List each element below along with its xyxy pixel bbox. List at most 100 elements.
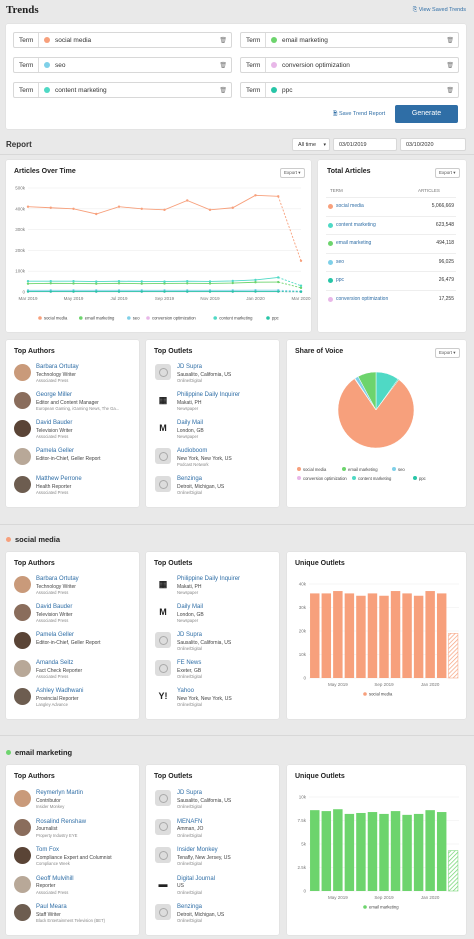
data-point[interactable]: [26, 279, 30, 283]
author-name-link[interactable]: Rosalind Renshaw: [36, 819, 86, 825]
data-point[interactable]: [140, 280, 143, 283]
outlet-name-link[interactable]: JD Supra: [177, 790, 202, 796]
data-point[interactable]: [49, 282, 52, 285]
legend-item[interactable]: conversion optimization: [297, 476, 347, 481]
term-value[interactable]: conversion optimization: [282, 62, 350, 69]
data-point[interactable]: [254, 194, 257, 197]
bar[interactable]: [379, 813, 389, 891]
bar[interactable]: [367, 593, 378, 678]
data-point[interactable]: [186, 290, 189, 293]
avatar[interactable]: [14, 448, 31, 465]
bar[interactable]: [436, 593, 447, 678]
data-point[interactable]: [95, 280, 98, 283]
outlet-logo-icon[interactable]: [155, 448, 171, 464]
legend-item[interactable]: ppc: [413, 476, 426, 481]
avatar[interactable]: [14, 818, 31, 836]
data-point[interactable]: [277, 290, 280, 293]
data-point[interactable]: [117, 290, 121, 293]
data-point[interactable]: [277, 276, 280, 279]
avatar[interactable]: [14, 790, 31, 807]
legend-item[interactable]: ppc: [266, 316, 279, 321]
data-point[interactable]: [231, 290, 234, 293]
bar[interactable]: [448, 633, 459, 679]
data-point[interactable]: [277, 195, 280, 198]
outlet-logo-icon[interactable]: ▬: [155, 875, 171, 892]
bar[interactable]: [436, 812, 447, 891]
term-link[interactable]: content marketing: [336, 222, 376, 228]
start-date-input[interactable]: 03/01/2019: [333, 138, 397, 151]
data-point[interactable]: [231, 279, 234, 283]
avatar[interactable]: [14, 392, 31, 409]
bar[interactable]: [356, 812, 366, 891]
term-link[interactable]: conversion optimization: [336, 296, 388, 302]
avatar[interactable]: [14, 632, 31, 649]
data-point[interactable]: [117, 279, 121, 283]
bar[interactable]: [425, 591, 435, 678]
data-point[interactable]: [186, 279, 189, 283]
export-button[interactable]: Export ▾: [280, 168, 305, 178]
legend-item[interactable]: email marketing: [363, 905, 399, 910]
outlet-name-link[interactable]: Philippine Daily Inquirer: [177, 576, 240, 582]
data-point[interactable]: [140, 282, 143, 285]
data-point[interactable]: [95, 212, 98, 216]
bar[interactable]: [390, 591, 401, 678]
outlet-name-link[interactable]: Digital Journal: [177, 876, 215, 882]
data-point[interactable]: [72, 207, 75, 210]
term-link[interactable]: ppc: [336, 277, 344, 283]
data-point[interactable]: [208, 280, 212, 283]
outlet-name-link[interactable]: Philippine Daily Inquirer: [177, 392, 240, 398]
author-name-link[interactable]: Matthew Perrone: [36, 476, 82, 482]
data-point[interactable]: [49, 290, 52, 293]
author-name-link[interactable]: Ashley Wadhwani: [36, 688, 83, 694]
legend-item[interactable]: content marketing: [352, 476, 391, 481]
outlet-name-link[interactable]: MENAFN: [177, 819, 202, 825]
bar[interactable]: [344, 813, 355, 891]
data-point[interactable]: [140, 290, 143, 293]
trash-icon[interactable]: 🗑: [219, 62, 227, 69]
term-value[interactable]: content marketing: [55, 87, 107, 94]
term-value[interactable]: ppc: [282, 87, 292, 94]
author-name-link[interactable]: David Bauder: [36, 604, 72, 610]
legend-item[interactable]: content marketing: [213, 316, 253, 321]
bar[interactable]: [321, 593, 332, 678]
outlet-logo-icon[interactable]: [155, 904, 171, 920]
outlet-name-link[interactable]: Daily Mail: [177, 604, 203, 610]
legend-item[interactable]: social media: [38, 316, 68, 321]
avatar[interactable]: [14, 604, 31, 621]
term-value[interactable]: social media: [55, 37, 91, 44]
data-point[interactable]: [163, 208, 166, 212]
author-name-link[interactable]: Barbara Ortutay: [36, 576, 79, 582]
outlet-logo-icon[interactable]: [155, 847, 171, 863]
author-name-link[interactable]: George Miller: [36, 392, 72, 398]
bar[interactable]: [356, 595, 366, 678]
term-link[interactable]: email marketing: [336, 240, 371, 246]
term-field[interactable]: Term ppc 🗑: [240, 82, 459, 98]
avatar[interactable]: [14, 420, 31, 437]
data-point[interactable]: [117, 205, 121, 208]
outlet-name-link[interactable]: Insider Monkey: [177, 847, 218, 853]
data-point[interactable]: [208, 208, 212, 212]
outlet-logo-icon[interactable]: [155, 364, 171, 380]
author-name-link[interactable]: Barbara Ortutay: [36, 364, 79, 370]
legend-item[interactable]: email marketing: [79, 316, 115, 321]
avatar[interactable]: [14, 660, 31, 677]
author-name-link[interactable]: Amanda Seitz: [36, 660, 73, 666]
data-point[interactable]: [254, 281, 257, 284]
bar[interactable]: [333, 809, 343, 891]
term-link[interactable]: seo: [336, 259, 344, 265]
avatar[interactable]: [14, 904, 31, 921]
outlet-name-link[interactable]: Audioboom: [177, 448, 207, 454]
outlet-name-link[interactable]: JD Supra: [177, 632, 202, 638]
bar[interactable]: [379, 595, 389, 678]
data-point[interactable]: [254, 278, 257, 282]
data-point[interactable]: [72, 290, 75, 293]
outlet-name-link[interactable]: FE News: [177, 660, 201, 666]
data-point[interactable]: [140, 207, 143, 210]
avatar[interactable]: [14, 688, 31, 705]
bar[interactable]: [448, 850, 459, 892]
data-point[interactable]: [26, 290, 30, 293]
term-field[interactable]: Term email marketing 🗑: [240, 32, 459, 48]
trash-icon[interactable]: 🗑: [446, 37, 454, 44]
data-point[interactable]: [49, 279, 52, 283]
term-value[interactable]: seo: [55, 62, 65, 69]
